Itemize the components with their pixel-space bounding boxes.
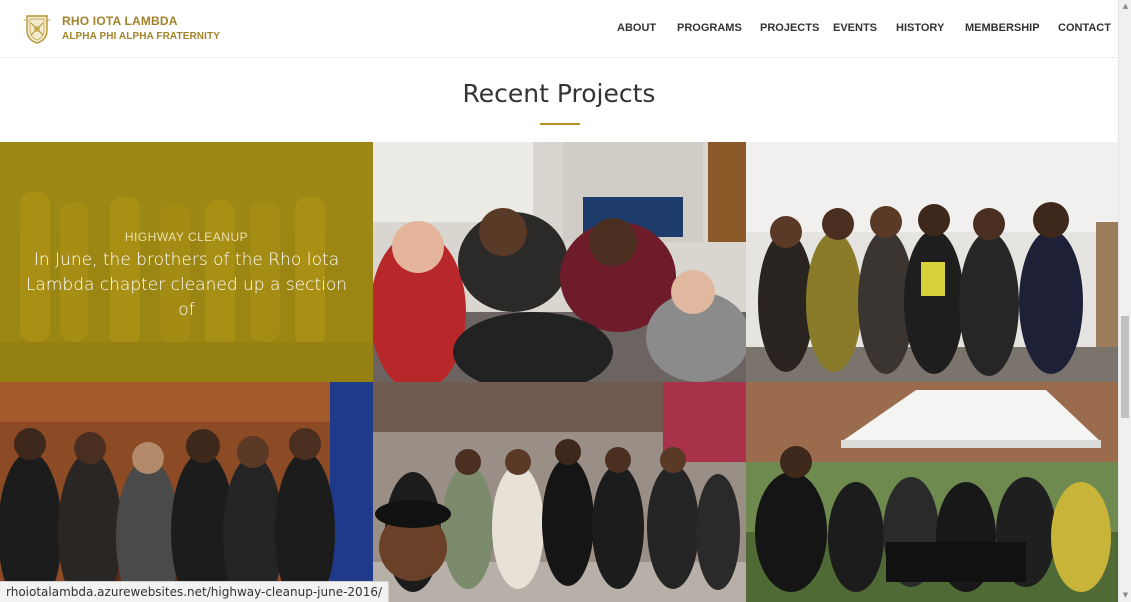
- project-photo: [746, 382, 1118, 602]
- project-category: HIGHWAY CLEANUP: [124, 230, 249, 244]
- project-photo: [373, 382, 746, 602]
- project-tile-ceremony[interactable]: [0, 382, 373, 602]
- section-title: Recent Projects: [462, 79, 656, 108]
- title-divider: [540, 123, 580, 125]
- project-excerpt: In June, the brothers of the Rho Iota La…: [25, 250, 348, 320]
- project-tile-highway-cleanup[interactable]: HIGHWAY CLEANUP In June, the brothers of…: [0, 142, 373, 382]
- fraternity-crest-icon[interactable]: [24, 13, 50, 45]
- nav-events[interactable]: EVENTS: [833, 22, 877, 34]
- project-photo: [373, 142, 746, 382]
- project-tile-outdoor-event[interactable]: [746, 382, 1118, 602]
- nav-contact[interactable]: CONTACT: [1058, 22, 1111, 34]
- nav-about[interactable]: ABOUT: [617, 22, 656, 34]
- scroll-up-arrow-icon[interactable]: ▲: [1119, 0, 1131, 13]
- brand-name[interactable]: RHO IOTA LAMBDA: [62, 14, 178, 28]
- nav-projects[interactable]: PROJECTS: [760, 22, 819, 34]
- project-tile-library[interactable]: [746, 142, 1118, 382]
- project-photo: [0, 382, 373, 602]
- scroll-down-arrow-icon[interactable]: ▼: [1119, 589, 1131, 602]
- project-tile-community-group[interactable]: [373, 382, 746, 602]
- vertical-scrollbar[interactable]: ▲ ▼: [1118, 0, 1131, 602]
- project-tile-mentoring[interactable]: [373, 142, 746, 382]
- nav-history[interactable]: HISTORY: [896, 22, 944, 34]
- nav-membership[interactable]: MEMBERSHIP: [965, 22, 1040, 34]
- scrollbar-thumb[interactable]: [1121, 316, 1129, 418]
- link-status-bar: rhoiotalambda.azurewebsites.net/highway-…: [0, 581, 390, 602]
- brand-subtitle[interactable]: ALPHA PHI ALPHA FRATERNITY: [62, 31, 220, 42]
- site-header: RHO IOTA LAMBDA ALPHA PHI ALPHA FRATERNI…: [0, 0, 1118, 58]
- nav-programs[interactable]: PROGRAMS: [677, 22, 742, 34]
- project-photo: [746, 142, 1118, 382]
